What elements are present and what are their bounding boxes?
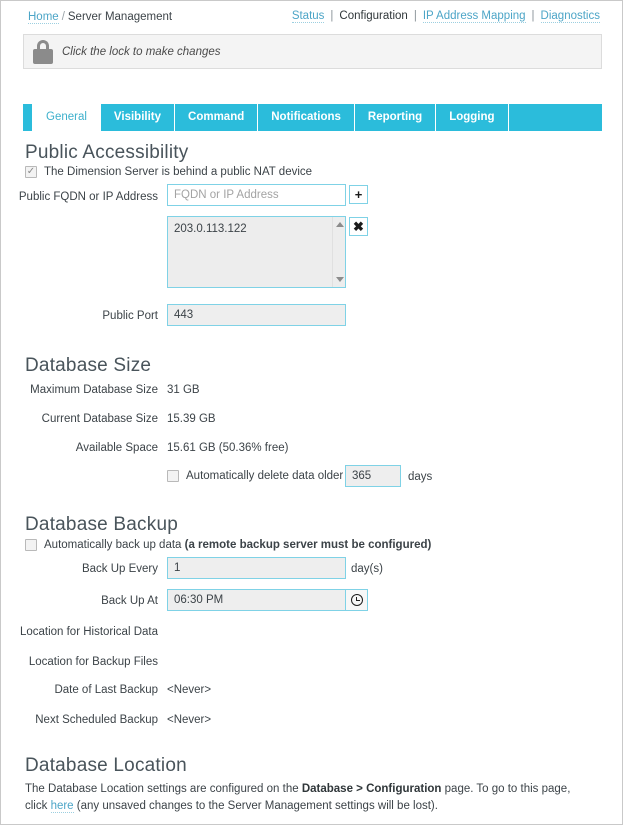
historical-data-location-label: Location for Historical Data bbox=[19, 626, 158, 638]
section-heading-database-size: Database Size bbox=[25, 355, 152, 376]
next-scheduled-backup-value: <Never> bbox=[167, 714, 212, 726]
settings-content: Public Accessibility The Dimension Serve… bbox=[1, 131, 622, 824]
section-nav-links: Status | Configuration | IP Address Mapping |… bbox=[291, 10, 600, 23]
breadcrumb-home-link[interactable]: Home bbox=[28, 11, 59, 24]
maximum-database-size-label: Maximum Database Size bbox=[30, 384, 158, 396]
server-management-page: Home / Server Management Status | Configurat… bbox=[0, 0, 623, 825]
auto-backup-checkbox-label: Automatically back up data (a remote bac… bbox=[44, 539, 431, 551]
nat-device-checkbox[interactable] bbox=[25, 166, 37, 178]
remove-address-button[interactable]: ✖ bbox=[349, 217, 368, 236]
next-scheduled-backup-label: Next Scheduled Backup bbox=[35, 714, 158, 726]
nav-link-status[interactable]: Status bbox=[291, 10, 325, 23]
lock-closed-icon[interactable] bbox=[32, 39, 54, 64]
auto-backup-label-text: Automatically back up data bbox=[44, 539, 185, 551]
maximum-database-size-value: 31 GB bbox=[167, 384, 200, 396]
auto-delete-days-input[interactable] bbox=[345, 465, 401, 487]
auto-backup-label-note: (a remote backup server must be configur… bbox=[184, 539, 432, 551]
public-fqdn-label: Public FQDN or IP Address bbox=[18, 191, 158, 203]
current-database-size-value: 15.39 GB bbox=[167, 413, 216, 425]
database-location-text-3: (any unsaved changes to the Server Manag… bbox=[73, 800, 438, 812]
public-port-input[interactable] bbox=[167, 304, 346, 326]
section-heading-database-backup: Database Backup bbox=[25, 514, 178, 535]
address-list[interactable]: 203.0.113.122 bbox=[167, 216, 346, 288]
nav-separator-1: | bbox=[330, 10, 334, 22]
database-location-text-1: The Database Location settings are confi… bbox=[25, 783, 302, 795]
add-address-button[interactable]: + bbox=[349, 185, 368, 204]
nav-separator-3: | bbox=[531, 10, 535, 22]
public-port-label: Public Port bbox=[102, 310, 158, 322]
backup-every-label: Back Up Every bbox=[81, 563, 158, 575]
section-heading-public-accessibility: Public Accessibility bbox=[25, 142, 189, 163]
nat-device-checkbox-label: The Dimension Server is behind a public … bbox=[44, 166, 313, 178]
tab-general[interactable]: General bbox=[32, 104, 101, 131]
backup-every-input[interactable] bbox=[167, 557, 346, 579]
available-space-value: 15.61 GB (50.36% free) bbox=[167, 442, 289, 454]
tab-bar: General Visibility Command Notifications… bbox=[23, 104, 602, 131]
backup-at-time-picker-button[interactable] bbox=[346, 589, 368, 611]
tab-visibility[interactable]: Visibility bbox=[101, 104, 176, 131]
database-location-path: Database > Configuration bbox=[301, 783, 442, 795]
public-fqdn-input[interactable] bbox=[167, 184, 346, 206]
auto-backup-checkbox[interactable] bbox=[25, 539, 37, 551]
scroll-up-arrow-icon[interactable] bbox=[336, 222, 344, 227]
list-item[interactable]: 203.0.113.122 bbox=[174, 222, 339, 236]
section-heading-database-location: Database Location bbox=[25, 755, 187, 776]
breadcrumb-separator: / bbox=[61, 11, 65, 23]
auto-delete-checkbox-label: Automatically delete data older than bbox=[186, 470, 369, 482]
database-configuration-link[interactable]: here bbox=[50, 800, 74, 813]
date-of-last-backup-label: Date of Last Backup bbox=[54, 684, 158, 696]
breadcrumb: Home / Server Management bbox=[28, 11, 173, 24]
nav-link-diagnostics[interactable]: Diagnostics bbox=[540, 10, 600, 23]
scroll-down-arrow-icon[interactable] bbox=[336, 277, 344, 282]
auto-delete-days-units: days bbox=[408, 471, 433, 483]
address-list-scrollbar[interactable] bbox=[332, 217, 345, 287]
backup-at-input[interactable] bbox=[167, 589, 346, 611]
database-location-description: The Database Location settings are confi… bbox=[25, 781, 590, 815]
available-space-label: Available Space bbox=[75, 442, 158, 454]
nav-link-ip-address-mapping[interactable]: IP Address Mapping bbox=[422, 10, 526, 23]
lock-banner: Click the lock to make changes bbox=[23, 34, 602, 69]
current-database-size-label: Current Database Size bbox=[41, 413, 158, 425]
auto-delete-checkbox[interactable] bbox=[167, 470, 179, 482]
backup-at-label: Back Up At bbox=[101, 595, 158, 607]
nav-link-configuration[interactable]: Configuration bbox=[339, 10, 407, 22]
backup-files-location-label: Location for Backup Files bbox=[28, 656, 158, 668]
tab-logging[interactable]: Logging bbox=[436, 104, 509, 131]
backup-every-units: day(s) bbox=[351, 563, 383, 575]
tab-bar-filler bbox=[509, 104, 602, 131]
date-of-last-backup-value: <Never> bbox=[167, 684, 212, 696]
lock-banner-message: Click the lock to make changes bbox=[62, 45, 221, 58]
tab-command[interactable]: Command bbox=[175, 104, 259, 131]
nav-separator-2: | bbox=[413, 10, 417, 22]
breadcrumb-current: Server Management bbox=[67, 11, 173, 23]
tab-reporting[interactable]: Reporting bbox=[355, 104, 437, 131]
tab-notifications[interactable]: Notifications bbox=[258, 104, 355, 131]
clock-icon bbox=[350, 594, 363, 606]
